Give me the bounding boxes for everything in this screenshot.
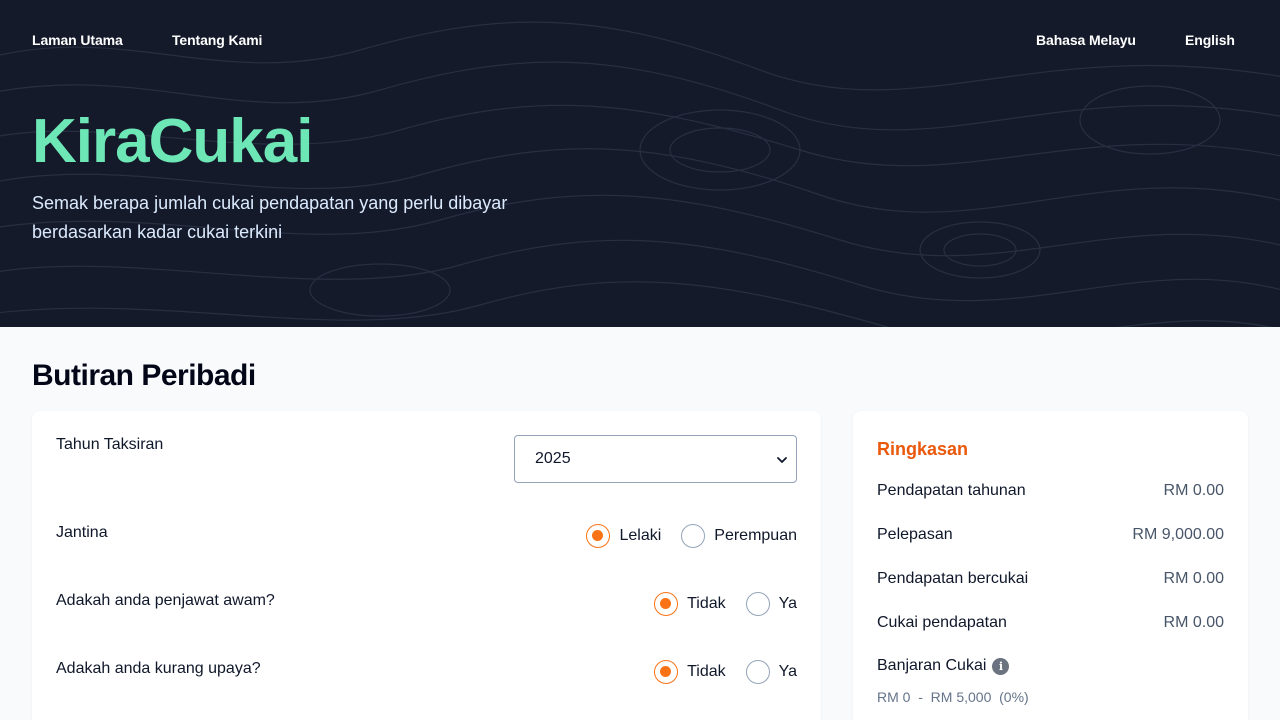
assessment-year-value: 2025 [535,450,571,467]
hero-banner: Laman Utama Tentang Kami Bahasa Melayu E… [0,0,1280,327]
radio-checked-icon[interactable] [586,524,611,548]
hero-tagline: Semak berapa jumlah cukai pendapatan yan… [32,193,508,242]
disabled-option-yes[interactable]: Ya [745,660,797,684]
radio-unchecked-icon[interactable] [745,660,770,684]
summary-row-annual-income: Pendapatan tahunan RM 0.00 [877,482,1224,500]
radio-checked-icon[interactable] [654,592,679,616]
tax-bracket-heading: Banjaran Cukai i [877,657,1010,675]
disabled-label: Adakah anda kurang upaya? [56,660,261,677]
disabled-option-no[interactable]: Tidak [654,660,726,684]
gender-option-male[interactable]: Lelaki [586,524,661,548]
civil-servant-label: Adakah anda penjawat awam? [56,592,275,609]
chevron-down-icon [777,457,787,463]
radio-label: Lelaki [619,527,662,544]
assessment-year-label: Tahun Taksiran [56,436,164,453]
disabled-radio-group: Tidak Ya [654,660,797,684]
lang-english-link[interactable]: English [1185,32,1235,48]
brand-title: KiraCukai [32,107,313,176]
summary-card: Ringkasan Pendapatan tahunan RM 0.00 Pel… [853,411,1248,720]
summary-title: Ringkasan [877,439,969,459]
personal-details-card: Tahun Taksiran 2025 Jantina Lelaki Perem… [32,411,821,720]
radio-label: Ya [778,595,797,612]
nav-home-link[interactable]: Laman Utama [32,32,123,48]
radio-unchecked-icon[interactable] [745,592,770,616]
summary-row-label: Pendapatan tahunan [877,482,1026,499]
assessment-year-select[interactable]: 2025 [514,435,797,483]
summary-row-value: RM 0.00 [1163,482,1224,499]
gender-radio-group: Lelaki Perempuan [586,524,797,548]
civil-servant-option-no[interactable]: Tidak [654,592,726,616]
nav-about-link[interactable]: Tentang Kami [172,32,262,48]
radio-label: Ya [778,663,797,680]
radio-label: Perempuan [714,527,797,544]
summary-row-income-tax: Cukai pendapatan RM 0.00 [877,614,1224,632]
summary-row-value: RM 0.00 [1163,614,1224,631]
summary-row-value: RM 0.00 [1163,570,1224,587]
gender-option-female[interactable]: Perempuan [681,524,797,548]
tax-bracket-label: Banjaran Cukai [877,657,987,674]
summary-row-taxable-income: Pendapatan bercukai RM 0.00 [877,570,1224,588]
gender-label: Jantina [56,524,108,541]
section-title: Butiran Peribadi [32,359,256,392]
civil-servant-radio-group: Tidak Ya [654,592,797,616]
summary-row-value: RM 9,000.00 [1132,526,1224,543]
lang-malay-link[interactable]: Bahasa Melayu [1036,32,1136,48]
summary-row-label: Pelepasan [877,526,953,543]
tax-bracket-range: RM 0 - RM 5,000 (0%) [877,689,1029,705]
info-icon[interactable]: i [992,657,1010,675]
radio-unchecked-icon[interactable] [681,524,706,548]
summary-row-relief: Pelepasan RM 9,000.00 [877,526,1224,544]
summary-row-label: Cukai pendapatan [877,614,1007,631]
radio-checked-icon[interactable] [654,660,679,684]
summary-row-label: Pendapatan bercukai [877,570,1029,587]
civil-servant-option-yes[interactable]: Ya [745,592,797,616]
radio-label: Tidak [687,663,726,680]
radio-label: Tidak [687,595,726,612]
